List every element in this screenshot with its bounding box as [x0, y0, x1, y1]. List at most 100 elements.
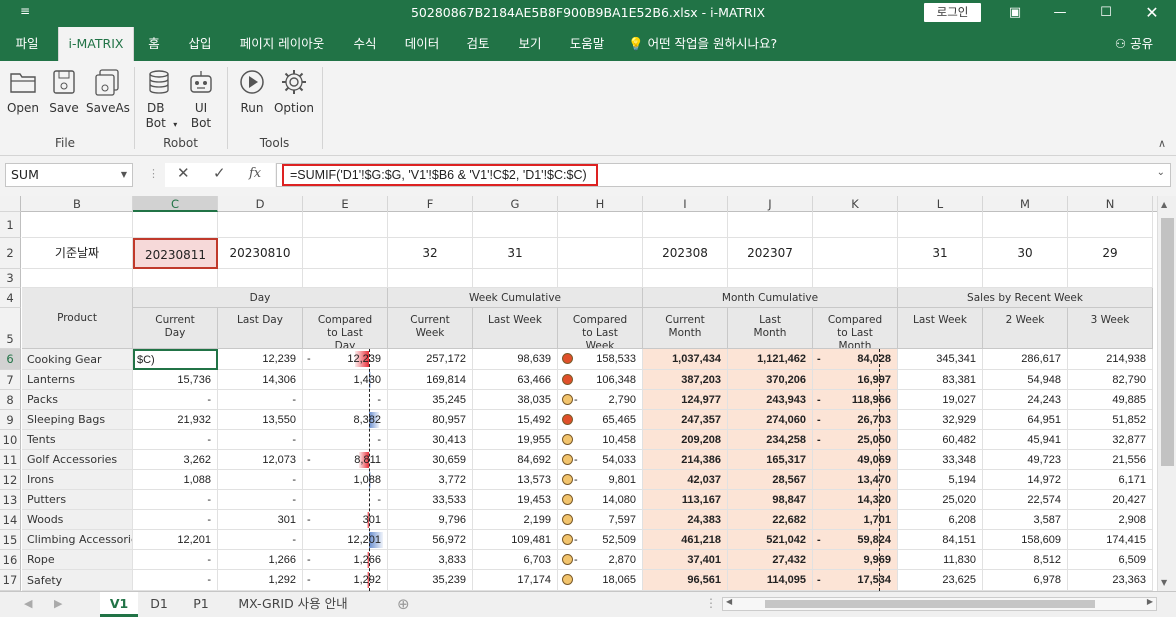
data-cell-ld[interactable]: 301 [218, 510, 303, 530]
data-cell-lw[interactable]: 19,955 [473, 430, 558, 450]
horizontal-scrollbar[interactable]: ◀ ▶ [722, 597, 1157, 611]
data-cell-cmp_m[interactable]: 118,966- [813, 390, 898, 410]
empty-cell[interactable] [983, 212, 1068, 238]
empty-cell[interactable] [813, 269, 898, 288]
add-sheet-icon[interactable]: ⊕ [397, 595, 410, 613]
empty-cell[interactable] [473, 269, 558, 288]
empty-cell[interactable] [558, 212, 643, 238]
column-header-g[interactable]: G [473, 196, 558, 212]
product-cell[interactable]: Lanterns [22, 370, 133, 390]
data-cell-cw[interactable]: 257,172 [388, 349, 473, 370]
data-cell-lw[interactable]: 2,199 [473, 510, 558, 530]
close-icon[interactable]: ✕ [1137, 2, 1167, 24]
tab-file[interactable]: 파일 [0, 27, 54, 61]
column-header-d[interactable]: D [218, 196, 303, 212]
column-header-b[interactable]: B [22, 196, 133, 212]
data-cell-cm[interactable]: 209,208 [643, 430, 728, 450]
data-cell-w3[interactable]: 2,908 [1068, 510, 1153, 530]
empty-cell[interactable] [303, 212, 388, 238]
row2-i[interactable]: 202308 [643, 238, 728, 269]
open-button[interactable]: Open [5, 67, 41, 116]
tell-me-search[interactable]: 💡 어떤 작업을 원하시나요? [628, 27, 798, 61]
row2-n[interactable]: 29 [1068, 238, 1153, 269]
data-cell-lm[interactable]: 165,317 [728, 450, 813, 470]
empty-cell[interactable] [22, 269, 133, 288]
column-header-n[interactable]: N [1068, 196, 1153, 212]
data-cell-cmp_m[interactable]: 59,824- [813, 530, 898, 550]
data-cell-cmp_d[interactable]: 12,239- [303, 349, 388, 370]
vertical-scrollbar[interactable]: ▲ ▼ [1157, 196, 1176, 591]
data-cell-cd[interactable]: - [133, 490, 218, 510]
row-header-13[interactable]: 13 [0, 490, 21, 510]
formula-input[interactable]: =SUMIF('D1'!$G:$G, 'V1'!$B6 & 'V1'!C$2, … [276, 163, 1171, 187]
insert-function-icon[interactable]: fx [249, 166, 261, 181]
column-header-i[interactable]: I [643, 196, 728, 212]
save-button[interactable]: Save [48, 67, 80, 116]
data-cell-w1[interactable]: 60,482 [898, 430, 983, 450]
data-cell-lw[interactable]: 38,035 [473, 390, 558, 410]
row2-c[interactable]: 20230811 [133, 238, 218, 269]
row2-f[interactable]: 32 [388, 238, 473, 269]
expand-formula-icon[interactable]: ⌄ [1157, 167, 1165, 178]
empty-cell[interactable] [558, 269, 643, 288]
tab-scroll-left-icon[interactable]: ◀ [24, 597, 32, 610]
data-cell-cm[interactable]: 461,218 [643, 530, 728, 550]
empty-cell[interactable] [898, 212, 983, 238]
row2-m[interactable]: 30 [983, 238, 1068, 269]
data-cell-cw[interactable]: 80,957 [388, 410, 473, 430]
data-cell-ld[interactable]: - [218, 490, 303, 510]
column-header-e[interactable]: E [303, 196, 388, 212]
data-cell-cd[interactable]: - [133, 390, 218, 410]
empty-cell[interactable] [133, 212, 218, 238]
data-cell-lm[interactable]: 1,121,462 [728, 349, 813, 370]
data-cell-w1[interactable]: 33,348 [898, 450, 983, 470]
data-cell-cm[interactable]: 124,977 [643, 390, 728, 410]
data-cell-w3[interactable]: 174,415 [1068, 530, 1153, 550]
data-cell-cmp_m[interactable]: 84,028- [813, 349, 898, 370]
formula-text[interactable]: =SUMIF('D1'!$G:$G, 'V1'!$B6 & 'V1'!C$2, … [282, 164, 598, 186]
data-cell-w1[interactable]: 5,194 [898, 470, 983, 490]
data-cell-cmp_m[interactable]: 49,069 [813, 450, 898, 470]
data-cell-w1[interactable]: 6,208 [898, 510, 983, 530]
product-cell[interactable]: Packs [22, 390, 133, 410]
data-cell-cmp_d[interactable]: - [303, 390, 388, 410]
data-cell-lm[interactable]: 22,682 [728, 510, 813, 530]
data-cell-lw[interactable]: 6,703 [473, 550, 558, 570]
tab-formulas[interactable]: 수식 [345, 27, 385, 61]
empty-cell[interactable] [728, 212, 813, 238]
row-header-2[interactable]: 2 [0, 238, 21, 269]
data-cell-cw[interactable]: 35,245 [388, 390, 473, 410]
data-cell-cmp_m[interactable]: 9,969 [813, 550, 898, 570]
data-cell-lm[interactable]: 27,432 [728, 550, 813, 570]
tab-imatrix[interactable]: i-MATRIX [58, 27, 134, 61]
empty-cell[interactable] [22, 212, 133, 238]
scroll-down-icon[interactable]: ▼ [1161, 578, 1167, 587]
ribbon-display-icon[interactable]: ▣ [1000, 2, 1030, 24]
data-cell-ld[interactable]: 12,073 [218, 450, 303, 470]
cell-editor[interactable]: $C) [137, 352, 216, 368]
empty-cell[interactable] [388, 269, 473, 288]
data-cell-ld[interactable]: - [218, 530, 303, 550]
tab-home[interactable]: 홈 [138, 27, 170, 61]
data-cell-lw[interactable]: 109,481 [473, 530, 558, 550]
data-cell-w1[interactable]: 23,625 [898, 570, 983, 591]
data-cell-w2[interactable]: 45,941 [983, 430, 1068, 450]
empty-cell[interactable] [303, 238, 388, 269]
column-header-h[interactable]: H [558, 196, 643, 212]
data-cell-lw[interactable]: 84,692 [473, 450, 558, 470]
row-header-9[interactable]: 9 [0, 410, 21, 430]
data-cell-cd[interactable]: - [133, 510, 218, 530]
data-cell-cm[interactable]: 42,037 [643, 470, 728, 490]
data-cell-w3[interactable]: 20,427 [1068, 490, 1153, 510]
product-cell[interactable]: Sleeping Bags [22, 410, 133, 430]
data-cell-w2[interactable]: 24,243 [983, 390, 1068, 410]
empty-cell[interactable] [303, 269, 388, 288]
data-cell-cd[interactable]: - [133, 430, 218, 450]
data-cell-ld[interactable]: 1,292 [218, 570, 303, 591]
data-cell-w3[interactable]: 6,171 [1068, 470, 1153, 490]
data-cell-w2[interactable]: 286,617 [983, 349, 1068, 370]
name-box[interactable]: SUM ▼ [5, 163, 133, 187]
data-cell-w3[interactable]: 82,790 [1068, 370, 1153, 390]
ui-bot-button[interactable]: UI Bot [186, 67, 216, 131]
tab-view[interactable]: 보기 [510, 27, 550, 61]
